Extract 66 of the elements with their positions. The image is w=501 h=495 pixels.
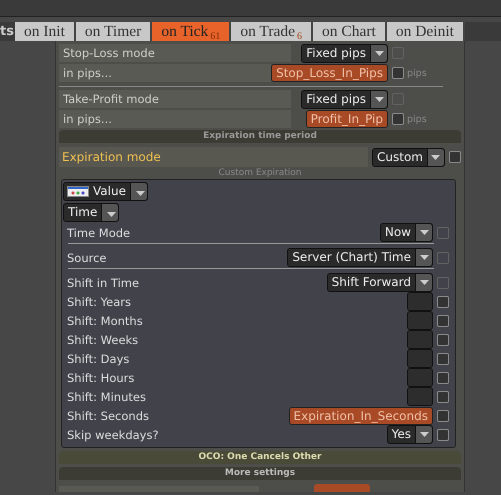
input-field[interactable] [407,311,433,330]
caret-icon [374,50,384,56]
setting-label: Shift: Years [66,294,132,308]
caret-icon [420,432,428,437]
setting-label: Take-Profit mode [59,90,291,108]
caret-icon [420,255,428,260]
checkbox[interactable] [437,372,449,384]
input-field[interactable] [407,330,433,349]
caret-icon [431,154,440,160]
input-field[interactable] [314,484,370,492]
setting-label: Shift: Hours [66,370,136,384]
dropdown[interactable]: Custom [372,148,445,166]
checkbox[interactable] [392,113,404,125]
setting-label: Source [66,250,108,264]
setting-label: Shift: Weeks [66,332,140,346]
section-header: Expiration time period [59,130,461,143]
caret-icon [420,280,428,285]
setting-label: Expiration mode [59,147,368,167]
setting-label: Shift: Minutes [66,390,147,404]
tab[interactable]: on Deinit [386,22,465,41]
checkbox[interactable] [437,428,449,440]
checkbox[interactable] [437,410,449,422]
input-field[interactable] [407,387,433,406]
tab[interactable]: on Init [15,22,76,41]
dropdown[interactable]: Fixed pips [301,44,388,62]
checkbox[interactable] [437,352,449,364]
checkbox[interactable] [392,67,404,79]
tab[interactable]: on Trade$_{6}$ [231,22,314,41]
setting-label: Shift in Time [66,276,140,290]
checkbox[interactable] [448,151,461,163]
dropdown[interactable]: Now [380,223,433,242]
section-header[interactable]: OCO: One Cancels Other [59,451,461,464]
section-header[interactable]: More settings [59,467,461,480]
setting-label: Shift: Months [66,314,144,328]
setting-label: Skip weekdays? [66,428,160,442]
input-field[interactable] [407,368,433,387]
unit-label: pips [407,114,428,124]
dropdown[interactable]: Shift Forward [326,273,433,292]
dropdown[interactable]: Yes [386,425,433,444]
tab[interactable]: on Chart [313,22,387,41]
tab[interactable]: on Tick$_{61}$ [152,22,232,41]
value-icon [67,186,89,197]
checkbox[interactable] [437,296,449,308]
setting-label: Time Mode [66,226,132,240]
dropdown[interactable]: Value [63,182,148,201]
setting-label: Shift: Days [66,352,130,366]
checkbox[interactable] [437,390,449,402]
caret-icon [107,212,116,216]
setting-label: Shift: Seconds [66,408,150,422]
dropdown[interactable]: Fixed pips [301,90,388,108]
dropdown[interactable]: Time [63,203,120,222]
checkbox[interactable] [437,334,449,346]
caret-icon [374,96,384,102]
input-field[interactable] [407,292,433,311]
caret-icon [420,230,428,235]
section-label: ts [0,23,15,41]
setting-label: in pips... [59,64,272,82]
input-field[interactable] [407,349,433,368]
checkbox[interactable] [437,314,449,326]
caret-icon [136,190,145,196]
setting-label: Stop-Loss mode [59,44,291,62]
unit-label: pips [407,68,428,78]
dropdown[interactable]: Server (Chart) Time [287,248,433,267]
group-caption: Custom Expiration [217,168,303,178]
tab[interactable]: on Timer [76,22,152,41]
setting-label: in pips... [59,110,291,128]
